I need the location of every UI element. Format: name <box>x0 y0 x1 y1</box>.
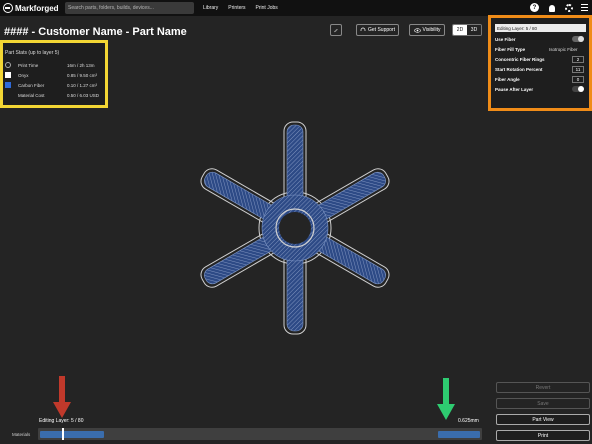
main-nav: Library Printers Print Jobs <box>203 5 288 11</box>
revert-button[interactable]: Revert <box>496 382 590 393</box>
print-button[interactable]: Print <box>496 430 590 441</box>
pause-toggle[interactable] <box>572 86 584 92</box>
fill-type-row: Fiber Fill Type Isotropic Fiber <box>495 44 586 54</box>
part-shape <box>200 121 390 335</box>
part-stats-panel: Part Stats (up to layer 5) Print Time 16… <box>0 40 108 108</box>
fiber-rings-input[interactable]: 2 <box>572 56 584 63</box>
markforged-logo-icon <box>3 3 13 13</box>
save-button[interactable]: Save <box>496 398 590 409</box>
gear-icon[interactable] <box>564 3 573 12</box>
clock-icon <box>5 62 11 68</box>
headset-icon <box>360 27 366 31</box>
part-view-button[interactable]: Part View <box>496 414 590 425</box>
cost-spacer <box>5 92 11 98</box>
bell-icon[interactable] <box>547 3 556 12</box>
top-icons: ? <box>530 3 588 12</box>
get-support-button[interactable]: Get Support <box>356 24 399 36</box>
editing-layer-label: Editing Layer: 5 / 80 <box>39 418 84 424</box>
layer-slider-track[interactable] <box>38 428 482 440</box>
stat-value: 0.10 / 1.27 cm³ <box>67 82 98 88</box>
nav-printers[interactable]: Printers <box>228 5 245 11</box>
layer-slider-handle[interactable] <box>62 428 64 440</box>
stat-value: 0.85 / 9.50 cm³ <box>67 72 98 78</box>
part-preview[interactable] <box>175 110 415 340</box>
view-3d-button[interactable]: 3D <box>467 25 481 35</box>
visibility-button[interactable]: Visibility <box>409 24 445 36</box>
edit-button[interactable] <box>330 24 342 36</box>
green-arrow-annotation <box>437 378 455 420</box>
stat-value: 16m / 2h 13m <box>67 62 95 68</box>
nav-print-jobs[interactable]: Print Jobs <box>256 5 278 11</box>
layer-height-label: 0.625mm <box>458 418 479 424</box>
stat-label: Carbon Fiber <box>18 82 45 88</box>
fiber-angle-label: Fiber Angle <box>495 76 520 82</box>
get-support-label: Get Support <box>368 27 395 33</box>
fiber-rings-row: Concentric Fiber Rings 2 <box>495 54 586 64</box>
menu-icon[interactable] <box>581 4 588 11</box>
brand-logo[interactable]: Markforged <box>3 3 61 13</box>
page-title: #### - Customer Name - Part Name <box>4 26 187 38</box>
pause-label: Pause After Layer <box>495 86 534 92</box>
carbon-fiber-swatch <box>5 82 11 88</box>
materials-label: Materials <box>12 432 31 437</box>
top-nav: Markforged Search parts, folders, builds… <box>0 0 592 16</box>
fill-type-label: Fiber Fill Type <box>495 46 526 52</box>
fiber-layer-range <box>40 431 104 438</box>
fill-type-select[interactable]: Isotropic Fiber <box>549 47 578 52</box>
fiber-angle-input[interactable]: 0 <box>572 76 584 83</box>
fiber-rings-label: Concentric Fiber Rings <box>495 56 545 62</box>
rotation-input[interactable]: 11 <box>572 66 584 73</box>
onyx-swatch <box>5 72 11 78</box>
center-hole <box>279 212 311 244</box>
view-mode-toggle: 2D 3D <box>452 24 482 36</box>
editing-layer-header: Editing Layer: 5 / 80 <box>495 24 586 32</box>
stat-value: 0.50 / 6.03 USD <box>67 92 100 98</box>
stat-label: Material Cost <box>18 92 45 98</box>
pause-row: Pause After Layer <box>495 84 586 94</box>
nav-library[interactable]: Library <box>203 5 218 11</box>
part-stats-heading: Part Stats (up to layer 5) <box>5 50 60 56</box>
search-placeholder: Search parts, folders, builds, devices..… <box>68 5 154 11</box>
fiber-angle-row: Fiber Angle 0 <box>495 74 586 84</box>
pencil-icon <box>334 28 338 32</box>
stat-row: Print Time 16m / 2h 13m <box>5 60 102 70</box>
help-icon[interactable]: ? <box>530 3 539 12</box>
rotation-label: Start Rotation Percent <box>495 66 543 72</box>
use-fiber-label: Use Fiber <box>495 36 516 42</box>
use-fiber-row: Use Fiber <box>495 34 586 44</box>
fiber-layer-range <box>438 431 480 438</box>
search-input[interactable]: Search parts, folders, builds, devices..… <box>65 2 194 14</box>
stat-row: Onyx 0.85 / 9.50 cm³ <box>5 70 102 80</box>
rotation-row: Start Rotation Percent 11 <box>495 64 586 74</box>
visibility-label: Visibility <box>422 27 441 33</box>
stat-row: Carbon Fiber 0.10 / 1.27 cm³ <box>5 80 102 90</box>
stat-row: Material Cost 0.50 / 6.03 USD <box>5 90 102 100</box>
stat-label: Print Time <box>18 62 39 68</box>
brand-name: Markforged <box>15 3 59 13</box>
stat-label: Onyx <box>18 72 29 78</box>
red-arrow-annotation <box>53 376 71 418</box>
fiber-settings-panel: Editing Layer: 5 / 80 Use Fiber Fiber Fi… <box>488 15 592 111</box>
view-2d-button[interactable]: 2D <box>453 25 467 35</box>
eye-icon <box>413 27 421 33</box>
use-fiber-toggle[interactable] <box>572 36 584 42</box>
